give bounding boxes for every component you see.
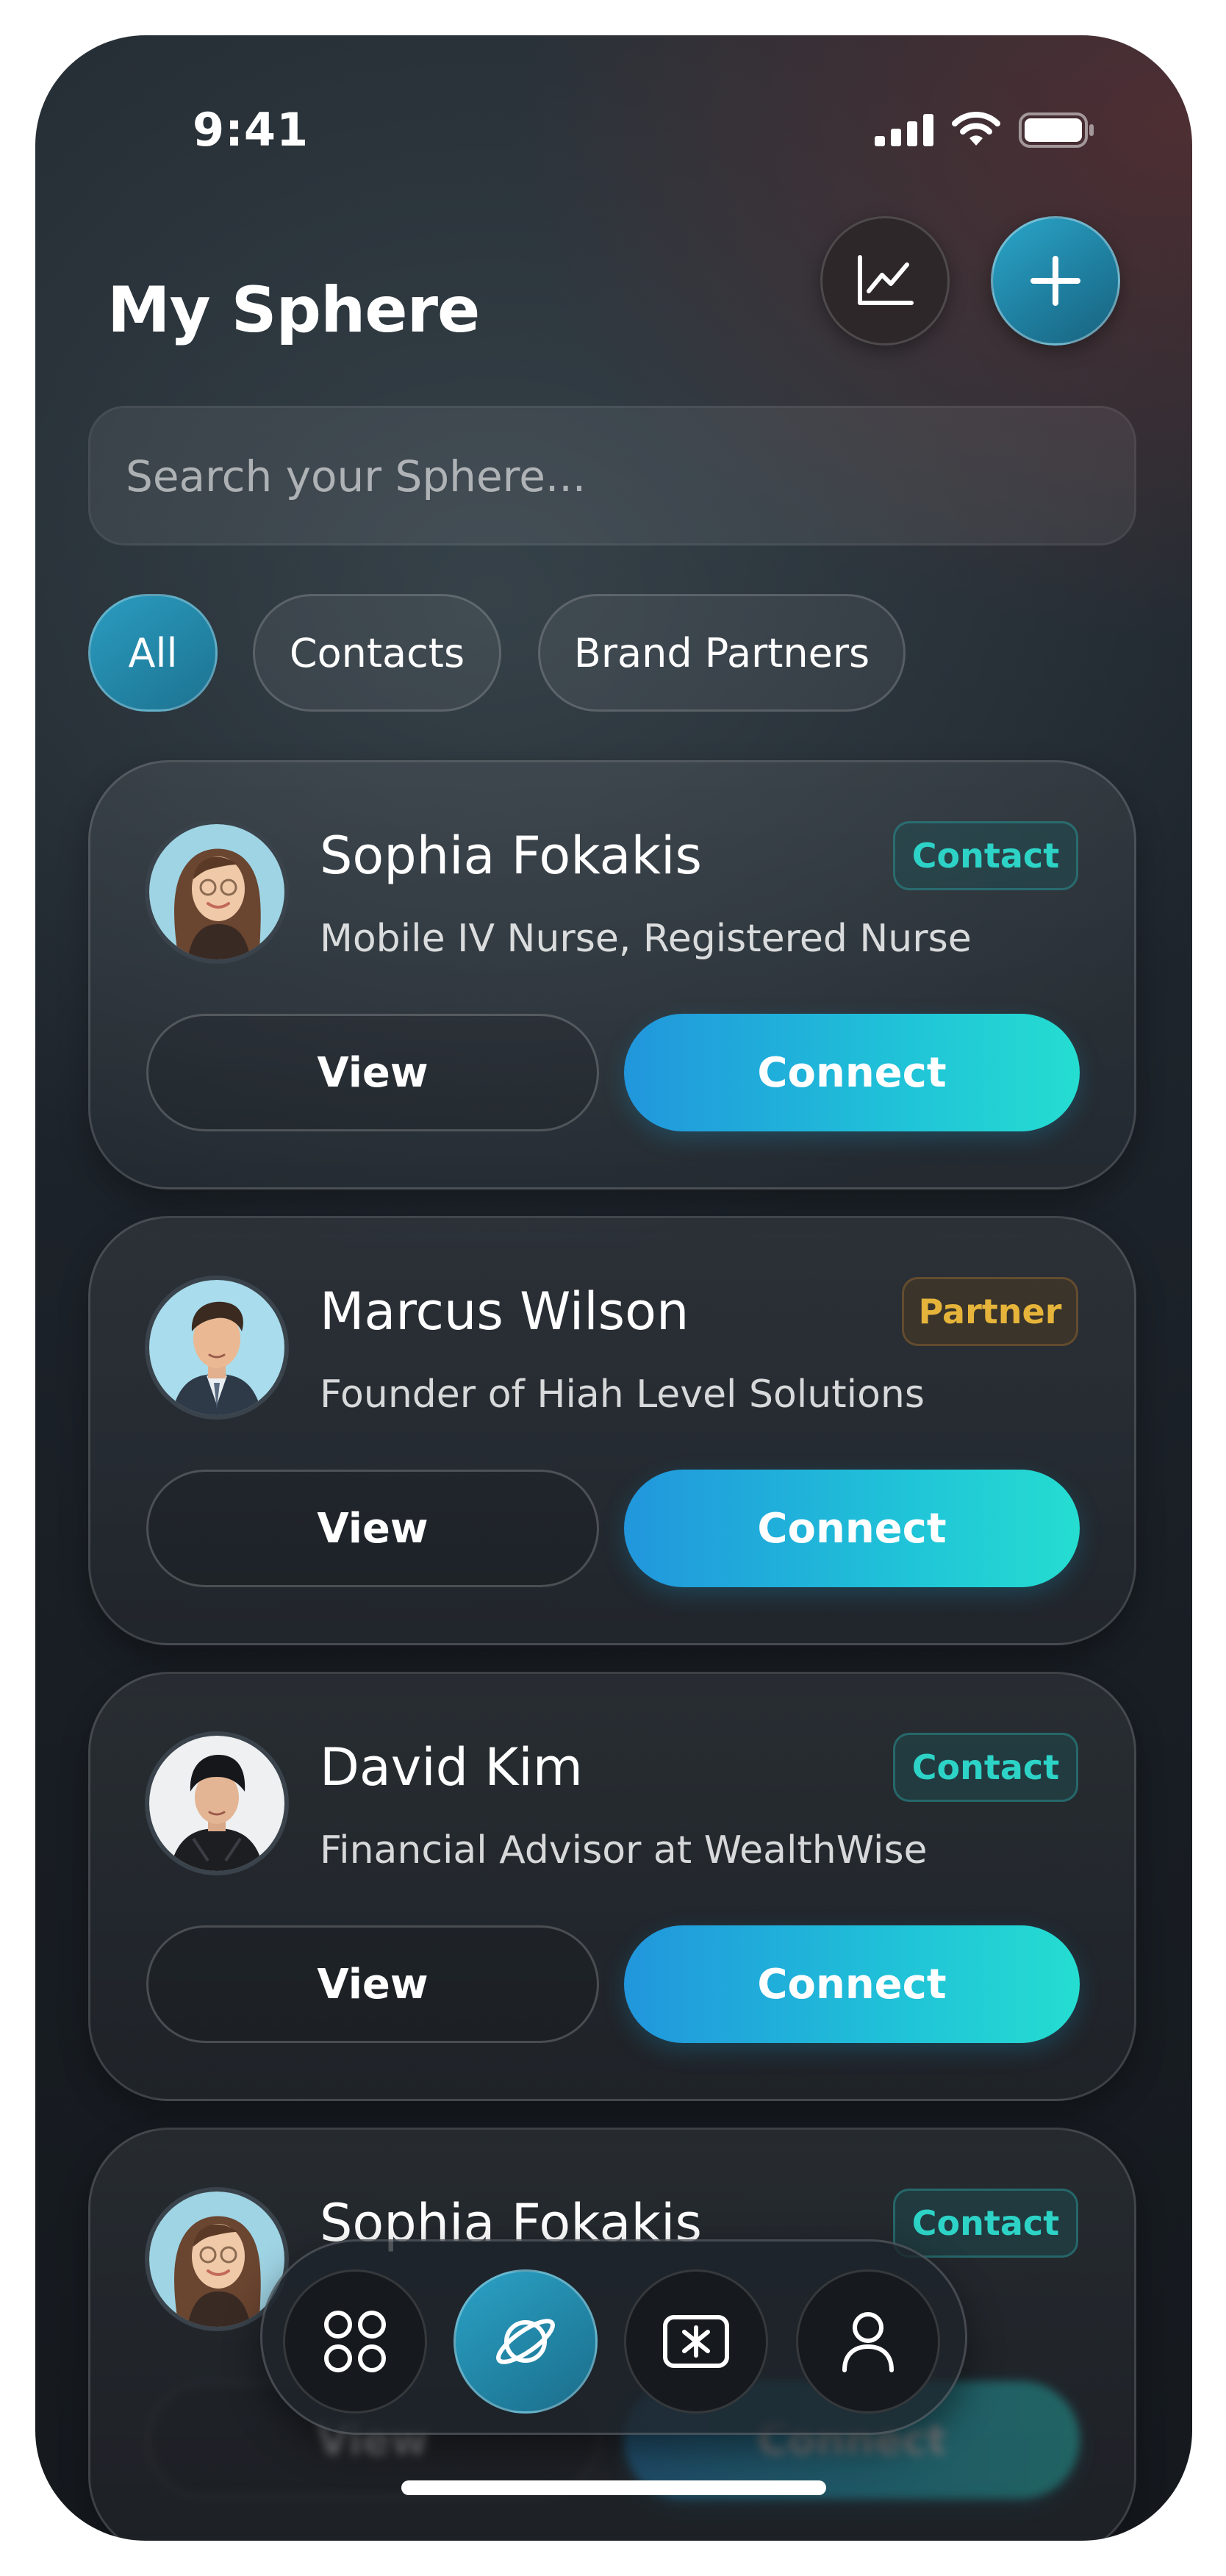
add-button[interactable] [991, 216, 1120, 346]
phone-screen: 9:41 My Sphere Search your Sphere... All… [35, 35, 1192, 2541]
status-badge: Contact [893, 1733, 1078, 1802]
view-button[interactable]: View [146, 1470, 599, 1587]
battery-icon [1019, 112, 1094, 148]
nav-item-sphere[interactable] [454, 2269, 598, 2414]
signal-icon [875, 114, 933, 146]
contact-role: Founder of Hiah Level Solutions [320, 1373, 925, 1417]
nav-item-cards[interactable] [624, 2269, 768, 2414]
filter-chip-contacts[interactable]: Contacts [253, 594, 501, 712]
line-chart-icon [858, 255, 914, 305]
contact-role: Financial Advisor at WealthWise [320, 1828, 928, 1872]
status-icons [875, 112, 1095, 149]
status-badge: Contact [893, 2189, 1078, 2258]
status-time: 9:41 [193, 103, 309, 157]
grid-icon [324, 2311, 386, 2372]
contact-card: Sophia Fokakis Mobile IV Nurse, Register… [88, 760, 1136, 1189]
user-icon [842, 2312, 894, 2372]
avatar[interactable] [145, 1731, 289, 1875]
search-bar[interactable] [88, 406, 1136, 545]
nav-item-profile[interactable] [796, 2269, 940, 2414]
contact-name: Sophia Fokakis [320, 826, 702, 886]
filter-chip-all[interactable]: All [88, 594, 218, 712]
view-button[interactable]: View [146, 1014, 599, 1131]
contact-name: David Kim [320, 1737, 583, 1797]
filter-chip-brand-partners[interactable]: Brand Partners [538, 594, 906, 712]
connect-button[interactable]: Connect [624, 1470, 1080, 1587]
connect-button[interactable]: Connect [624, 1925, 1080, 2043]
status-badge: Partner [902, 1277, 1078, 1346]
view-button[interactable]: View [146, 1925, 599, 2043]
plus-icon [1030, 256, 1080, 306]
analytics-button[interactable] [820, 216, 950, 346]
contact-card: David Kim Financial Advisor at WealthWis… [88, 1672, 1136, 2101]
search-input[interactable] [124, 408, 1083, 545]
contact-name: Marcus Wilson [320, 1281, 689, 1342]
page-title: My Sphere [107, 273, 480, 347]
avatar[interactable] [145, 820, 289, 964]
status-badge: Contact [893, 821, 1078, 890]
wifi-icon [952, 112, 1000, 146]
home-indicator [401, 2480, 826, 2495]
contact-role: Mobile IV Nurse, Registered Nurse [320, 917, 972, 961]
sparkle-card-icon [663, 2315, 729, 2368]
planet-icon [496, 2319, 555, 2364]
bottom-nav [260, 2239, 967, 2435]
nav-item-dashboard[interactable] [283, 2269, 427, 2414]
contact-card: Marcus Wilson Founder of Hiah Level Solu… [88, 1216, 1136, 1645]
avatar[interactable] [145, 1276, 289, 1420]
connect-button[interactable]: Connect [624, 1014, 1080, 1131]
